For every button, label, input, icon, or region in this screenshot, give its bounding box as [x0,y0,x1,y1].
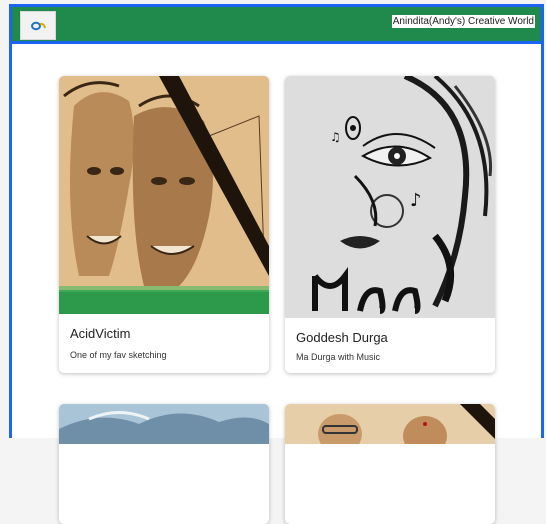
navbar: Anindita(Andy's) Creative World [12,7,541,44]
gallery-card-goddesh-durga[interactable]: ♪ ♫ Goddesh Durga Ma Durga with Music [285,76,495,373]
card-description: Ma Durga with Music [296,352,381,362]
gallery-card-4[interactable] [285,404,495,524]
spiral-logo-icon [31,21,46,30]
card-title[interactable]: Goddesh Durga [296,330,388,345]
durga-sketch-image: ♪ ♫ [285,76,495,318]
mountain-painting-image [59,404,269,444]
gallery-card-acidvictim[interactable]: AcidVictim One of my fav sketching [59,76,269,373]
svg-text:♪: ♪ [410,190,422,211]
logo-button[interactable] [20,11,56,40]
card-description: One of my fav sketching [70,350,167,360]
brand-title[interactable]: Anindita(Andy's) Creative World [391,15,535,28]
portrait-sketch-image [285,404,495,444]
gallery-card-3[interactable] [59,404,269,524]
card-title[interactable]: AcidVictim [70,326,130,341]
svg-text:♫: ♫ [330,130,341,144]
two-faces-sketch-image [59,76,269,314]
